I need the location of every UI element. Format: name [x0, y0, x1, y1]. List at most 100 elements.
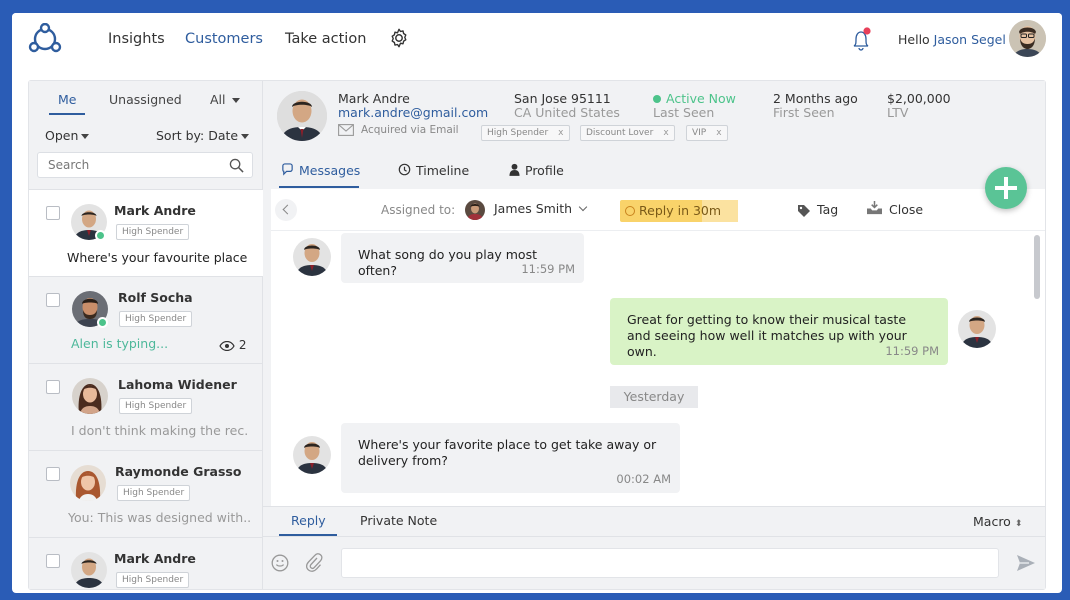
customer-tag: Discount Lover x [580, 125, 675, 141]
status-filter-dropdown[interactable]: Open [45, 128, 90, 143]
conversation-sidebar: Me Unassigned All Open Sort by: Date Sea… [29, 81, 263, 589]
user-name: Jason Segel [933, 32, 1006, 47]
archive-tray-icon [867, 200, 882, 215]
viewers-count-value: 2 [238, 338, 247, 352]
customer-header: Mark Andre mark.andre@gmail.com Acquired… [263, 81, 1045, 153]
incoming-message: Where's your favorite place to get take … [341, 423, 680, 493]
customer-message-avatar [293, 238, 331, 276]
conversation-item[interactable]: Raymonde Grasso High Spender You: This w… [29, 450, 263, 537]
incoming-message: What song do you play most often? 11:59 … [341, 233, 584, 283]
app-window: Insights Customers Take action Hello Jas… [12, 13, 1062, 593]
status-filter-label: Open [45, 128, 79, 143]
message-time: 00:02 AM [616, 472, 671, 486]
tab-me[interactable]: Me [58, 92, 76, 107]
last-seen-label: Last Seen [653, 105, 715, 120]
tab-unassigned[interactable]: Unassigned [109, 92, 182, 107]
message-text: What song do you play most often? [358, 247, 537, 278]
conversation-checkbox[interactable] [46, 206, 60, 220]
customer-email[interactable]: mark.andre@gmail.com [338, 105, 488, 120]
reply-input[interactable] [341, 548, 999, 578]
customer-avatar [277, 91, 327, 141]
nav-take-action[interactable]: Take action [285, 31, 366, 47]
nav-customers[interactable]: Customers [185, 31, 263, 47]
conversation-checkbox[interactable] [46, 467, 60, 481]
assignee-dropdown[interactable]: James Smith [494, 201, 588, 216]
conversation-item[interactable]: Mark Andre High Spender [29, 537, 263, 589]
emoji-icon[interactable] [271, 554, 289, 572]
sort-dropdown[interactable]: Sort by: Date [156, 128, 250, 143]
search-icon[interactable] [229, 158, 244, 173]
greeting-prefix: Hello [898, 32, 930, 47]
scrollbar-thumb[interactable] [1034, 235, 1040, 299]
clock-icon [625, 206, 635, 216]
app-logo-icon[interactable] [28, 23, 62, 55]
macro-dropdown[interactable]: Macro ⬍ [973, 514, 1022, 529]
first-seen-value: 2 Months ago [773, 91, 858, 106]
tab-reply[interactable]: Reply [291, 513, 326, 528]
message-text: Where's your favorite place to get take … [358, 437, 657, 468]
tab-timeline-label: Timeline [416, 163, 470, 178]
remove-tag-button[interactable]: x [663, 128, 668, 138]
contact-name: Lahoma Widener [118, 377, 237, 392]
close-button-label: Close [889, 202, 924, 217]
top-navigation: Insights Customers Take action Hello Jas… [12, 13, 1062, 65]
tab-private-note[interactable]: Private Note [360, 513, 437, 528]
tag-button[interactable]: Tag [797, 202, 838, 218]
chevron-down-icon [241, 134, 250, 139]
online-indicator [97, 317, 108, 328]
agent-message-avatar [958, 310, 996, 348]
remove-tag-button[interactable]: x [558, 128, 563, 138]
chevron-down-icon [81, 134, 90, 139]
message-preview: Where's your favourite place to get take… [67, 250, 251, 265]
assigned-to-label: Assigned to: [381, 203, 456, 217]
conversation-item[interactable]: Lahoma Widener High Spender I don't thin… [29, 363, 263, 450]
clock-icon [398, 163, 411, 176]
message-preview: You: This was designed with... [68, 510, 250, 525]
close-button[interactable]: Close [866, 200, 924, 218]
main-panel: Me Unassigned All Open Sort by: Date Sea… [28, 80, 1046, 590]
tab-messages[interactable]: Messages [281, 163, 360, 178]
send-icon[interactable] [1016, 554, 1036, 572]
thread-scrollbar[interactable] [1033, 233, 1041, 503]
conversation-item[interactable]: Mark Andre High Spender Where's your fav… [29, 189, 263, 276]
tab-me-underline [49, 113, 85, 115]
conversation-checkbox[interactable] [46, 380, 60, 394]
attachment-icon[interactable] [305, 553, 323, 572]
viewers-count: 2 [219, 338, 246, 352]
active-status-label: Active Now [666, 91, 736, 106]
conversation-checkbox[interactable] [46, 293, 60, 307]
add-button[interactable] [985, 167, 1027, 209]
user-avatar[interactable] [1009, 20, 1046, 57]
first-seen-label: First Seen [773, 105, 835, 120]
contact-tag: High Spender [116, 572, 190, 588]
assignee-avatar [465, 200, 485, 220]
contact-tag: High Spender [119, 398, 193, 414]
outgoing-message: Great for getting to know their musical … [610, 298, 948, 365]
conversation-toolbar: Assigned to: James Smith Reply in 30m Ta… [271, 189, 1045, 231]
tag-icon [798, 204, 810, 217]
conversation-item[interactable]: Rolf Socha High Spender Alen is typing..… [29, 276, 263, 363]
status-dot [653, 95, 661, 103]
contact-avatar [72, 378, 108, 414]
nav-insights[interactable]: Insights [108, 31, 165, 47]
customer-tag-label: VIP [692, 128, 707, 138]
tab-timeline[interactable]: Timeline [398, 163, 469, 178]
search-input[interactable] [48, 158, 218, 172]
notification-bell-icon[interactable] [848, 26, 874, 52]
ltv-value: $2,00,000 [887, 91, 951, 106]
search-box [37, 152, 253, 178]
chevron-down-icon [231, 98, 240, 103]
remove-tag-button[interactable]: x [716, 128, 721, 138]
chevron-down-icon [578, 202, 588, 212]
conversation-tabs: Messages Timeline Profile [263, 153, 1045, 189]
back-button[interactable] [275, 199, 297, 221]
sort-label: Sort by: Date [156, 128, 239, 143]
tab-profile[interactable]: Profile [509, 163, 564, 178]
assignee-name: James Smith [494, 201, 573, 216]
gear-icon[interactable] [388, 27, 410, 49]
active-status: Active Now [653, 91, 736, 106]
tab-all[interactable]: All [210, 92, 240, 107]
tab-messages-label: Messages [299, 163, 361, 178]
conversation-checkbox[interactable] [46, 554, 60, 568]
customer-tag: VIP x [686, 125, 728, 141]
